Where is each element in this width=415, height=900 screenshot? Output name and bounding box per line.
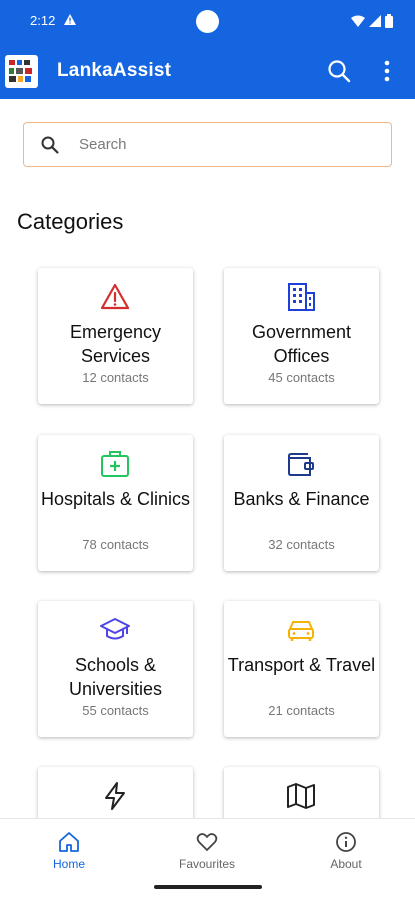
category-title: Hospitals & Clinics — [40, 489, 191, 509]
category-card-hospitals[interactable]: Hospitals & Clinics 78 contacts — [38, 435, 193, 571]
app-title: LankaAssist — [57, 60, 172, 81]
search-field[interactable] — [23, 122, 392, 167]
app-logo — [5, 55, 38, 88]
alert-triangle-icon — [64, 14, 76, 25]
logo-icon — [9, 60, 32, 82]
medical-kit-icon — [101, 451, 129, 477]
nav-about[interactable]: About — [296, 831, 396, 871]
gesture-bar[interactable] — [154, 885, 262, 889]
status-time: 2:12 — [30, 13, 56, 28]
wifi-icon — [351, 15, 365, 27]
search-input[interactable] — [79, 131, 369, 158]
search-icon — [41, 136, 59, 154]
category-title: Banks & Finance — [233, 489, 370, 509]
building-icon — [288, 283, 315, 311]
home-icon — [59, 832, 79, 852]
heart-icon — [196, 833, 218, 851]
category-card-banks[interactable]: Banks & Finance 32 contacts — [224, 435, 379, 571]
category-count: 78 contacts — [82, 537, 149, 552]
category-count: 45 contacts — [268, 370, 335, 385]
lightning-icon — [105, 782, 125, 810]
category-count: 32 contacts — [268, 537, 335, 552]
graduation-cap-icon — [100, 618, 130, 640]
camera-cutout — [196, 10, 219, 33]
app-bar: LankaAssist — [0, 44, 415, 99]
section-title: Categories — [17, 209, 124, 234]
category-title: Government Offices — [251, 322, 352, 366]
category-card-transport[interactable]: Transport & Travel 21 contacts — [224, 601, 379, 737]
battery-icon — [385, 14, 393, 28]
map-icon — [287, 783, 315, 809]
nav-home-label: Home — [52, 857, 85, 871]
nav-favourites-label: Favourites — [178, 857, 236, 871]
category-card-schools[interactable]: Schools & Universities 55 contacts — [38, 601, 193, 737]
category-title: Schools & Universities — [68, 655, 163, 699]
search-icon[interactable] — [326, 58, 352, 84]
category-card-government[interactable]: Government Offices 45 contacts — [224, 268, 379, 404]
category-title: Transport & Travel — [227, 655, 376, 675]
category-count: 12 contacts — [82, 370, 149, 385]
signal-icon — [369, 15, 381, 27]
category-count: 55 contacts — [82, 703, 149, 718]
category-count: 21 contacts — [268, 703, 335, 718]
category-card-emergency[interactable]: Emergency Services 12 contacts — [38, 268, 193, 404]
category-title: Emergency Services — [69, 322, 162, 366]
info-icon — [336, 832, 356, 852]
nav-favourites[interactable]: Favourites — [157, 831, 257, 871]
wallet-icon — [288, 453, 314, 476]
nav-home[interactable]: Home — [19, 831, 119, 871]
warning-icon — [100, 283, 130, 310]
nav-about-label: About — [330, 857, 362, 871]
car-icon — [288, 621, 314, 641]
more-vert-icon[interactable] — [375, 58, 399, 84]
status-bar: 2:12 — [0, 0, 415, 44]
status-icons — [351, 14, 393, 28]
